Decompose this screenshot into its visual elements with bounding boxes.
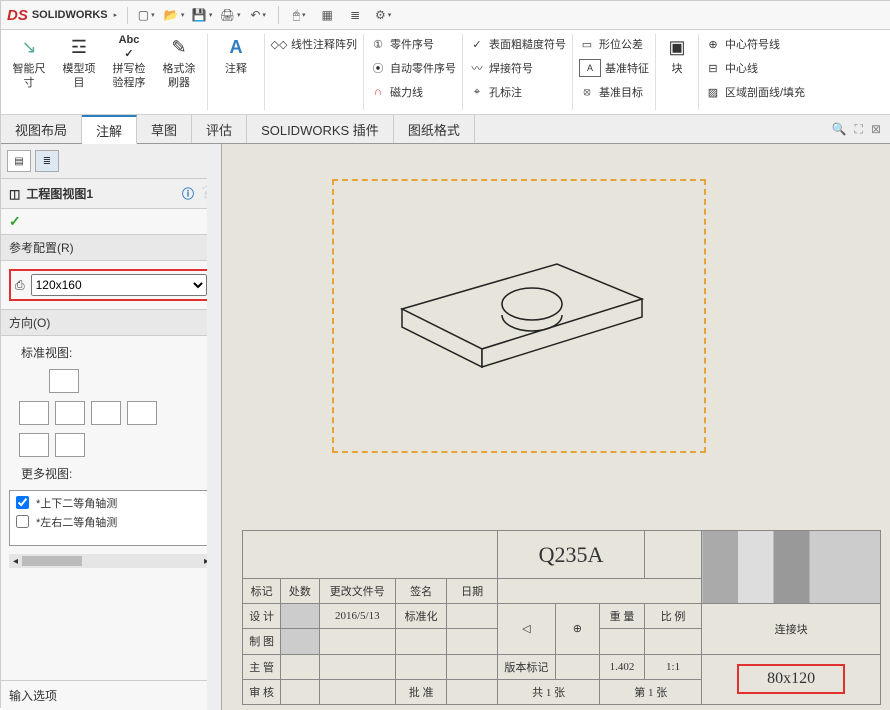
- quick-access-toolbar: ▢▾ 📂▾ 💾▾ 🖨▾ ↶▾ 🖱▾ ▦ ≣ ⚙▾: [138, 6, 391, 24]
- view-top-button[interactable]: [19, 401, 49, 425]
- rebuild-icon[interactable]: ▦: [319, 7, 335, 23]
- tab-sheet-format[interactable]: 图纸格式: [394, 115, 475, 143]
- more-views-label: 更多视图:: [9, 465, 213, 482]
- balloon-button[interactable]: ①零件序号: [370, 34, 456, 54]
- command-tabs: 视图布局 注解 草图 评估 SOLIDWORKS 插件 图纸格式 🔍 ⛶ ⊠: [1, 115, 890, 144]
- tab-evaluate[interactable]: 评估: [192, 115, 247, 143]
- view-iso-button[interactable]: [127, 401, 157, 425]
- tab-view-layout[interactable]: 视图布局: [1, 115, 82, 143]
- material-cell: Q235A: [498, 531, 645, 579]
- drawing-canvas[interactable]: Q235A 标记 处数 更改文件号 签名 日期 设 计 2016/5/13 标准: [222, 144, 890, 710]
- iso-plate-drawing: [382, 234, 662, 404]
- print-icon[interactable]: 🖨▾: [222, 7, 238, 23]
- open-icon[interactable]: 📂▾: [166, 7, 182, 23]
- datum-target-button[interactable]: ⦻基准目标: [579, 82, 649, 102]
- more-views-list[interactable]: *上下二等角轴测 *左右二等角轴测: [9, 490, 213, 546]
- logo-ds: DS: [7, 7, 28, 24]
- ref-config-select[interactable]: 120x160: [31, 274, 207, 296]
- iso1-checkbox[interactable]: [16, 496, 29, 509]
- ref-config-highlight: ⎙ 120x160: [9, 269, 213, 301]
- config-name-highlight: 80x120: [737, 664, 845, 694]
- feature-tree-tab[interactable]: ▤: [7, 150, 31, 172]
- view-more1-button[interactable]: [19, 433, 49, 457]
- horizontal-scrollbar-thumb[interactable]: [22, 556, 82, 566]
- geo-tolerance-button[interactable]: ▭形位公差: [579, 34, 649, 54]
- select-icon[interactable]: 🖱▾: [291, 7, 307, 23]
- surface-finish-button[interactable]: ✓表面粗糙度符号: [469, 34, 566, 54]
- ribbon: ↘智能尺 寸 ☲模型项 目 Abc✓拼写检 验程序 ✎格式涂 刷器 A注释 ◇◇…: [1, 30, 890, 115]
- tab-sketch[interactable]: 草图: [137, 115, 192, 143]
- linear-note-pattern-button[interactable]: ◇◇线性注释阵列: [271, 34, 357, 54]
- hole-callout-button[interactable]: ⌖孔标注: [469, 82, 566, 102]
- logo-text: SOLIDWORKS: [32, 9, 108, 21]
- datum-feature-button[interactable]: A基准特征: [579, 58, 649, 78]
- help-icon[interactable]: ⓘ: [182, 185, 194, 202]
- spell-check-button[interactable]: Abc✓拼写检 验程序: [107, 34, 151, 90]
- vertical-scrollbar[interactable]: [207, 144, 221, 710]
- undo-icon[interactable]: ↶▾: [250, 7, 266, 23]
- list-icon[interactable]: ≣: [347, 7, 363, 23]
- note-button[interactable]: A注释: [214, 34, 258, 76]
- smart-dimension-button[interactable]: ↘智能尺 寸: [7, 34, 51, 90]
- close-panel-icon[interactable]: ⊠: [871, 122, 881, 136]
- config-icon: ⎙: [15, 278, 25, 293]
- ref-config-label: 参考配置(R): [9, 239, 74, 256]
- auto-balloon-button[interactable]: ⦿自动零件序号: [370, 58, 456, 78]
- model-items-button[interactable]: ☲模型项 目: [57, 34, 101, 90]
- magnetic-line-button[interactable]: ∩磁力线: [370, 82, 456, 102]
- format-painter-button[interactable]: ✎格式涂 刷器: [157, 34, 201, 90]
- iso2-checkbox[interactable]: [16, 515, 29, 528]
- options-icon[interactable]: ⚙▾: [375, 7, 391, 23]
- view-right-button[interactable]: [91, 401, 121, 425]
- weld-symbol-button[interactable]: 〰焊接符号: [469, 58, 566, 78]
- title-block: Q235A 标记 处数 更改文件号 签名 日期 设 计 2016/5/13 标准: [242, 530, 881, 705]
- tab-annotate[interactable]: 注解: [82, 115, 137, 144]
- save-icon[interactable]: 💾▾: [194, 7, 210, 23]
- part-name-cell: 连接块: [702, 604, 881, 654]
- view-more2-button[interactable]: [55, 433, 85, 457]
- view-left-button[interactable]: [55, 401, 85, 425]
- view-front-button[interactable]: [49, 369, 79, 393]
- hatch-fill-button[interactable]: ▨区域剖面线/填充: [705, 82, 805, 102]
- pm-title: 工程图视图1: [26, 185, 93, 202]
- drawing-view-icon: ◫: [9, 187, 20, 201]
- property-manager: ▤ ≣ ◫ 工程图视图1 ⓘ ❔ ✓ 参考配置(R) ˆ ⎙ 120x160: [1, 144, 222, 710]
- tab-addins[interactable]: SOLIDWORKS 插件: [247, 115, 394, 143]
- app-logo: DS SOLIDWORKS ▸: [7, 7, 128, 24]
- maximize-icon[interactable]: ⛶: [855, 122, 863, 137]
- new-icon[interactable]: ▢▾: [138, 7, 154, 23]
- center-mark-button[interactable]: ⊕中心符号线: [705, 34, 805, 54]
- property-tab[interactable]: ≣: [35, 150, 59, 172]
- scroll-left-icon[interactable]: ◂: [13, 556, 18, 567]
- orientation-label: 方向(O): [9, 314, 50, 331]
- search-icon[interactable]: 🔍: [832, 122, 847, 136]
- ok-button[interactable]: ✓: [1, 209, 221, 234]
- input-options-label: 输入选项: [9, 687, 57, 704]
- std-view-label: 标准视图:: [9, 344, 213, 361]
- centerline-button[interactable]: ⊟中心线: [705, 58, 805, 78]
- block-button[interactable]: ▣块: [662, 34, 692, 76]
- chevron-down-icon[interactable]: ▸: [114, 11, 118, 19]
